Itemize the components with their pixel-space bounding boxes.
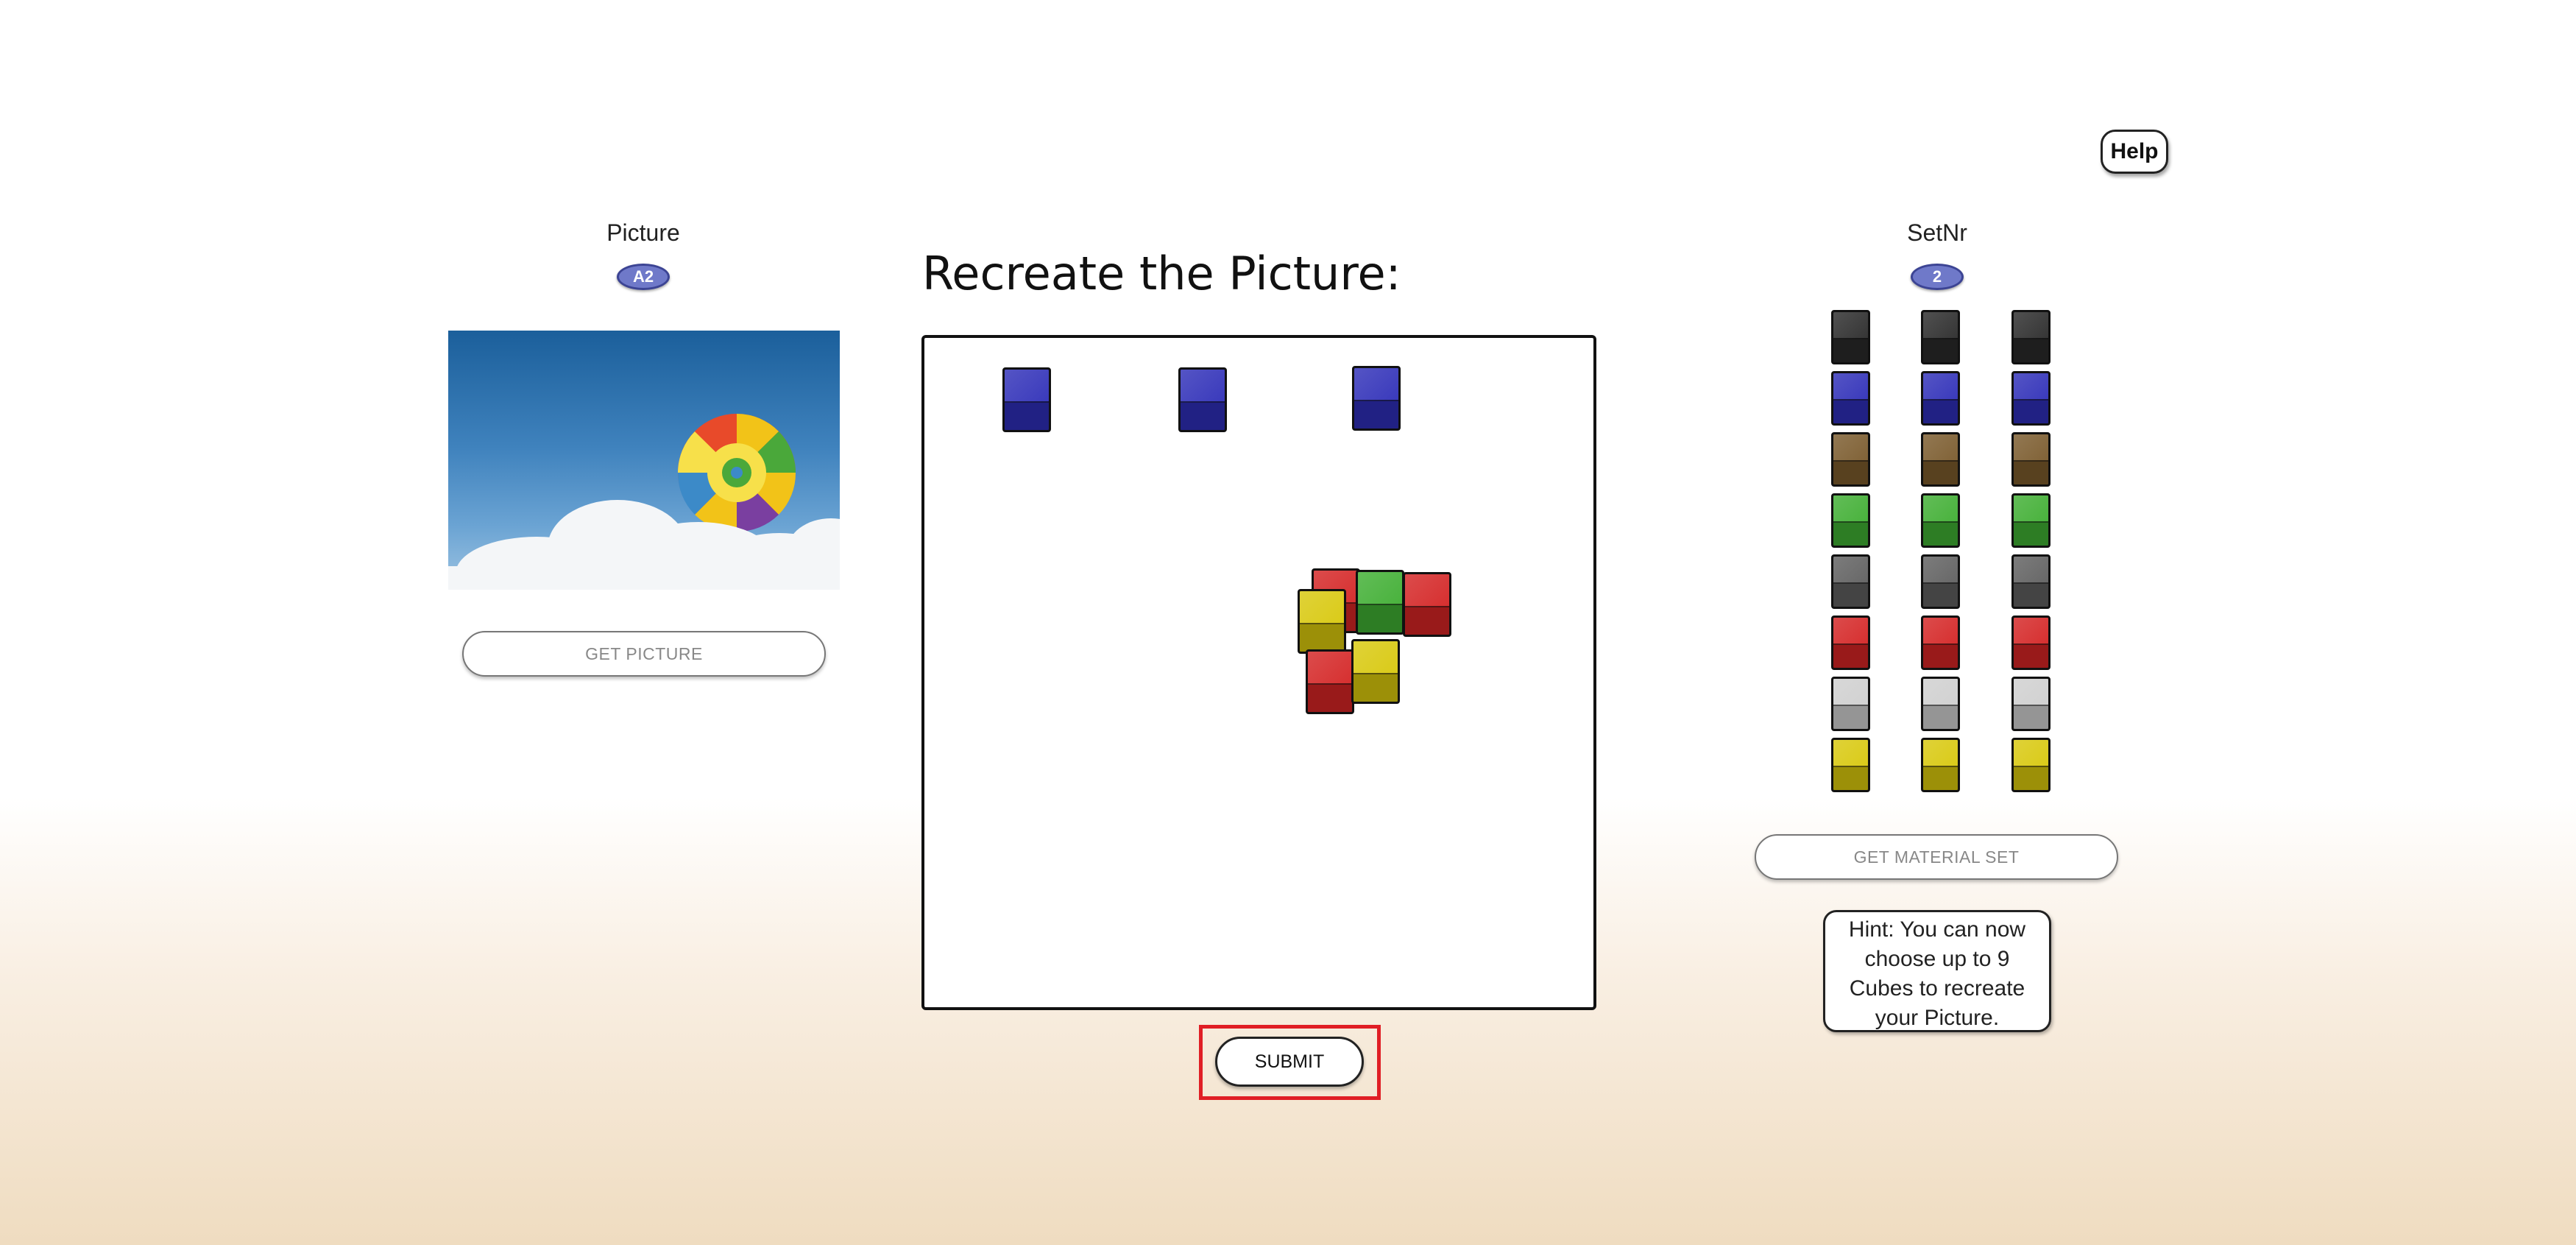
palette-cube-black[interactable] <box>1921 310 1960 364</box>
cloud-shape <box>448 500 840 590</box>
picture-label: Picture <box>606 219 680 246</box>
palette-cube-red[interactable] <box>2011 616 2050 670</box>
get-material-set-button[interactable]: GET MATERIAL SET <box>1755 834 2118 880</box>
placed-cube[interactable] <box>1002 367 1051 432</box>
get-picture-button[interactable]: GET PICTURE <box>462 631 826 677</box>
palette-cube-blue[interactable] <box>2011 371 2050 426</box>
palette-cube-yellow[interactable] <box>1831 738 1870 792</box>
palette-cube-blue[interactable] <box>1921 371 1960 426</box>
palette-cube-red[interactable] <box>1831 616 1870 670</box>
picture-badge: A2 <box>617 264 670 290</box>
placed-cube[interactable] <box>1298 589 1346 654</box>
palette-cube-red[interactable] <box>1921 616 1960 670</box>
placed-cube[interactable] <box>1403 572 1451 637</box>
palette-cube-yellow[interactable] <box>1921 738 1960 792</box>
target-picture <box>448 331 840 590</box>
submit-button[interactable]: SUBMIT <box>1215 1037 1364 1087</box>
page-title: Recreate the Picture: <box>922 247 1401 300</box>
setnr-label: SetNr <box>1907 219 1967 246</box>
setnr-badge: 2 <box>1911 264 1964 290</box>
palette-cube-light-gray[interactable] <box>1831 677 1870 731</box>
palette-cube-green[interactable] <box>1921 493 1960 548</box>
palette-cube-light-gray[interactable] <box>1921 677 1960 731</box>
palette-cube-black[interactable] <box>2011 310 2050 364</box>
palette-cube-gray[interactable] <box>2011 554 2050 609</box>
placed-cube[interactable] <box>1306 649 1354 714</box>
palette-cube-gray[interactable] <box>1921 554 1960 609</box>
palette-cube-light-gray[interactable] <box>2011 677 2050 731</box>
help-button[interactable]: Help <box>2101 130 2168 174</box>
palette-cube-black[interactable] <box>1831 310 1870 364</box>
palette-cube-blue[interactable] <box>1831 371 1870 426</box>
hint-box: Hint: You can now choose up to 9 Cubes t… <box>1823 910 2051 1032</box>
palette-cube-brown[interactable] <box>1831 432 1870 487</box>
parachute-sky-image <box>448 414 840 590</box>
placed-cube[interactable] <box>1356 570 1404 635</box>
palette-cube-green[interactable] <box>2011 493 2050 548</box>
placed-cube[interactable] <box>1352 366 1401 431</box>
palette-cube-yellow[interactable] <box>2011 738 2050 792</box>
placed-cube[interactable] <box>1178 367 1227 432</box>
cube-canvas[interactable] <box>921 335 1596 1010</box>
placed-cube[interactable] <box>1351 639 1400 704</box>
palette-cube-green[interactable] <box>1831 493 1870 548</box>
palette-cube-gray[interactable] <box>1831 554 1870 609</box>
palette-cube-brown[interactable] <box>1921 432 1960 487</box>
palette-cube-brown[interactable] <box>2011 432 2050 487</box>
